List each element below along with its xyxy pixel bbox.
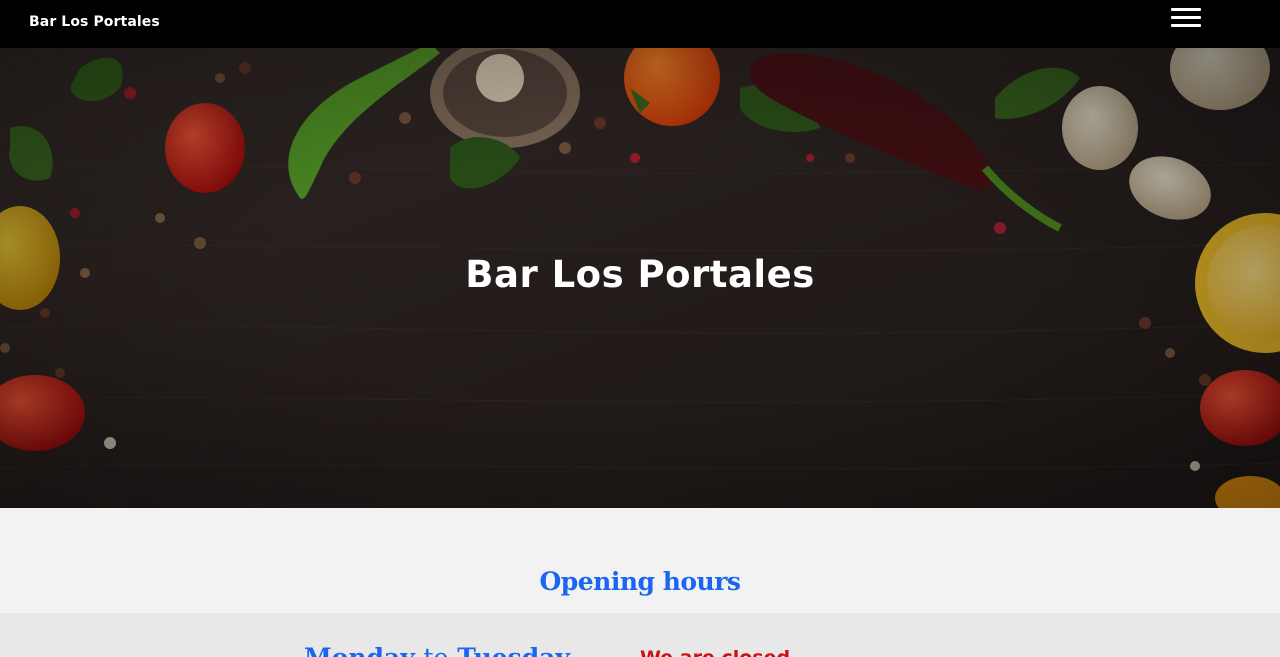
top-navbar: Bar Los Portales xyxy=(0,0,1280,48)
day-from: Monday xyxy=(304,643,415,657)
menu-bar-line xyxy=(1171,16,1201,19)
day-connector: to xyxy=(423,643,448,657)
menu-bar-line xyxy=(1171,8,1201,11)
opening-hours-title: Opening hours xyxy=(539,567,741,596)
hamburger-menu-icon[interactable] xyxy=(1166,6,1206,34)
hours-status: We are closed xyxy=(640,647,790,657)
brand-link[interactable]: Bar Los Portales xyxy=(29,14,160,30)
hero-section: Bar Los Portales xyxy=(0,48,1280,508)
opening-hours-row: Monday to Tuesday We are closed xyxy=(0,613,1280,657)
menu-bar-line xyxy=(1171,24,1201,27)
hero-title: Bar Los Portales xyxy=(465,253,815,296)
day-to: Tuesday xyxy=(457,643,570,657)
hours-day-range: Monday to Tuesday xyxy=(304,643,570,657)
opening-hours-section xyxy=(0,508,1280,613)
